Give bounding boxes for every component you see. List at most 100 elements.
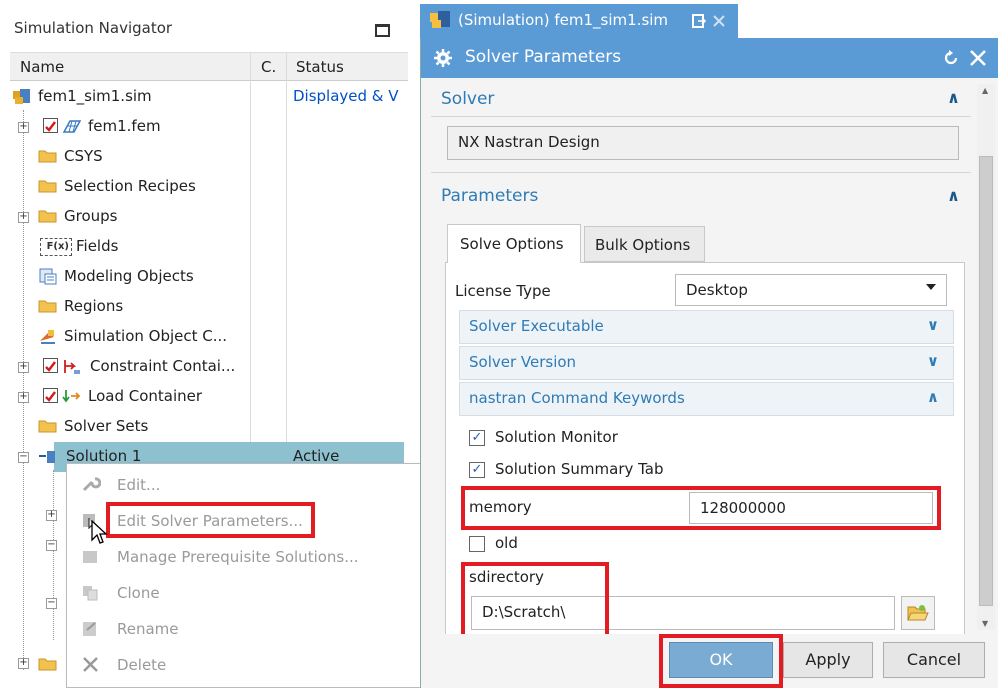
tree-row-simulation-object-container[interactable]: Simulation Object C...	[10, 322, 408, 352]
checkmark-icon[interactable]: ✓	[469, 430, 485, 446]
maximize-icon[interactable]	[375, 24, 390, 37]
divider	[431, 172, 971, 173]
tree-row-constraint-container[interactable]: + Constraint Contai...	[10, 352, 408, 382]
tree-row-csys[interactable]: CSYS	[10, 142, 408, 172]
tab-solve-options[interactable]: Solve Options	[447, 224, 581, 263]
mouse-cursor-icon	[91, 520, 108, 544]
expand-icon[interactable]: +	[18, 362, 29, 373]
tree-row-fem[interactable]: + fem1.fem	[10, 112, 408, 142]
simulation-file-icon	[13, 89, 30, 104]
subsection-nastran-command-keywords[interactable]: nastran Command Keywords ∧	[459, 382, 954, 416]
constraint-icon	[64, 360, 80, 374]
menu-item-edit[interactable]: Edit...	[67, 468, 441, 504]
prerequisite-icon	[83, 551, 97, 563]
chevron-down-icon: ∨	[926, 316, 939, 334]
subsection-solver-version[interactable]: Solver Version ∨	[459, 346, 954, 380]
tree-row-regions[interactable]: Regions	[10, 292, 408, 322]
visibility-checkbox[interactable]	[43, 388, 58, 403]
solver-parameters-dialog: Solver Parameters Solver ∧ NX Nastran De…	[420, 38, 998, 688]
visibility-checkbox[interactable]	[43, 118, 58, 133]
expand-icon[interactable]: +	[46, 510, 57, 521]
expand-icon[interactable]: +	[18, 122, 29, 133]
tree-row-fields[interactable]: F(x) Fields	[10, 232, 408, 262]
checkmark-icon	[45, 121, 56, 132]
tree-row-solver-sets[interactable]: Solver Sets	[10, 412, 408, 442]
simulation-object-icon	[40, 330, 55, 344]
scroll-down-icon[interactable]: ▼	[982, 619, 988, 628]
visibility-checkbox[interactable]	[43, 358, 58, 373]
collapse-solver-icon[interactable]: ∧	[947, 88, 960, 107]
tree-row-load-container[interactable]: + Load Container	[10, 382, 408, 412]
highlight-box-edit-solver-parameters	[106, 502, 315, 538]
modeling-objects-icon	[39, 268, 57, 285]
folder-icon	[38, 300, 57, 313]
tree-row-groups[interactable]: + Groups	[10, 202, 408, 232]
document-tab[interactable]: (Simulation) fem1_sim1.sim	[420, 4, 738, 38]
column-status[interactable]: Status	[296, 58, 344, 76]
highlight-box-memory	[461, 486, 941, 530]
gear-icon	[434, 49, 452, 67]
reset-icon[interactable]	[942, 49, 960, 67]
solution-icon	[39, 451, 55, 463]
folder-icon	[38, 180, 57, 193]
menu-item-delete[interactable]: Delete	[67, 648, 441, 684]
fields-icon: F(x)	[40, 238, 72, 256]
chevron-up-icon: ∧	[926, 388, 939, 406]
empty-checkbox-icon[interactable]	[469, 536, 485, 552]
close-icon[interactable]	[969, 49, 987, 67]
subsection-solver-executable[interactable]: Solver Executable ∨	[459, 310, 954, 344]
dropdown-arrow-icon	[926, 284, 936, 290]
checkmark-icon	[45, 391, 56, 402]
folder-icon	[38, 420, 57, 433]
browse-folder-button[interactable]	[901, 596, 935, 630]
menu-item-clone[interactable]: Clone	[67, 576, 441, 612]
tree-row-selection-recipes[interactable]: Selection Recipes	[10, 172, 408, 202]
menu-item-rename[interactable]: Rename	[67, 612, 441, 648]
chevron-down-icon: ∨	[926, 352, 939, 370]
clone-icon	[83, 586, 98, 601]
highlight-box-sdirectory	[461, 562, 609, 640]
parameters-section-title[interactable]: Parameters	[441, 186, 538, 206]
license-type-dropdown[interactable]: Desktop	[675, 274, 947, 306]
apply-button[interactable]: Apply	[783, 642, 873, 678]
scroll-up-icon[interactable]: ▲	[982, 86, 988, 95]
collapse-icon[interactable]: −	[18, 452, 29, 463]
navigator-title: Simulation Navigator	[14, 19, 173, 37]
expand-icon[interactable]: +	[18, 392, 29, 403]
tree-row-modeling-objects[interactable]: Modeling Objects	[10, 262, 408, 292]
folder-icon	[38, 210, 57, 223]
scrollbar-thumb[interactable]	[979, 156, 993, 606]
load-icon	[62, 390, 81, 403]
open-folder-icon	[907, 605, 929, 621]
expand-icon[interactable]: +	[18, 658, 29, 669]
tree-row-sim-file[interactable]: fem1_sim1.sim Displayed & V	[10, 82, 408, 112]
menu-item-manage-prerequisite-solutions[interactable]: Manage Prerequisite Solutions...	[67, 540, 441, 576]
collapse-parameters-icon[interactable]: ∧	[947, 186, 960, 205]
dialog-title-bar: Solver Parameters	[421, 38, 998, 78]
solver-section-title[interactable]: Solver	[441, 89, 494, 109]
highlight-box-ok	[659, 634, 783, 688]
column-check[interactable]: C.	[261, 58, 276, 76]
folder-icon	[38, 150, 57, 163]
delete-icon	[83, 657, 98, 672]
folder-icon	[38, 658, 57, 671]
checkmark-icon	[45, 361, 56, 372]
tab-bulk-options[interactable]: Bulk Options	[584, 226, 705, 262]
navigator-column-header: Name C. Status	[10, 52, 408, 81]
simulation-file-icon	[430, 11, 450, 28]
checkmark-icon[interactable]: ✓	[469, 462, 485, 478]
divider	[431, 116, 971, 117]
collapse-icon[interactable]: −	[46, 540, 57, 551]
wrench-icon	[82, 477, 101, 492]
context-menu: Edit... Edit Solver Parameters... Manage…	[66, 463, 442, 688]
dialog-scrollbar[interactable]: ▲ ▼	[977, 84, 995, 630]
column-name[interactable]: Name	[20, 58, 64, 76]
solver-field[interactable]: NX Nastran Design	[447, 126, 959, 160]
tree-line	[53, 470, 54, 640]
expand-icon[interactable]: +	[18, 212, 29, 223]
collapse-icon[interactable]: −	[46, 598, 57, 609]
dialog-title: Solver Parameters	[465, 47, 622, 67]
tab-close-icon[interactable]	[713, 15, 725, 27]
tab-edit-icon[interactable]	[692, 14, 706, 28]
cancel-button[interactable]: Cancel	[883, 642, 985, 678]
